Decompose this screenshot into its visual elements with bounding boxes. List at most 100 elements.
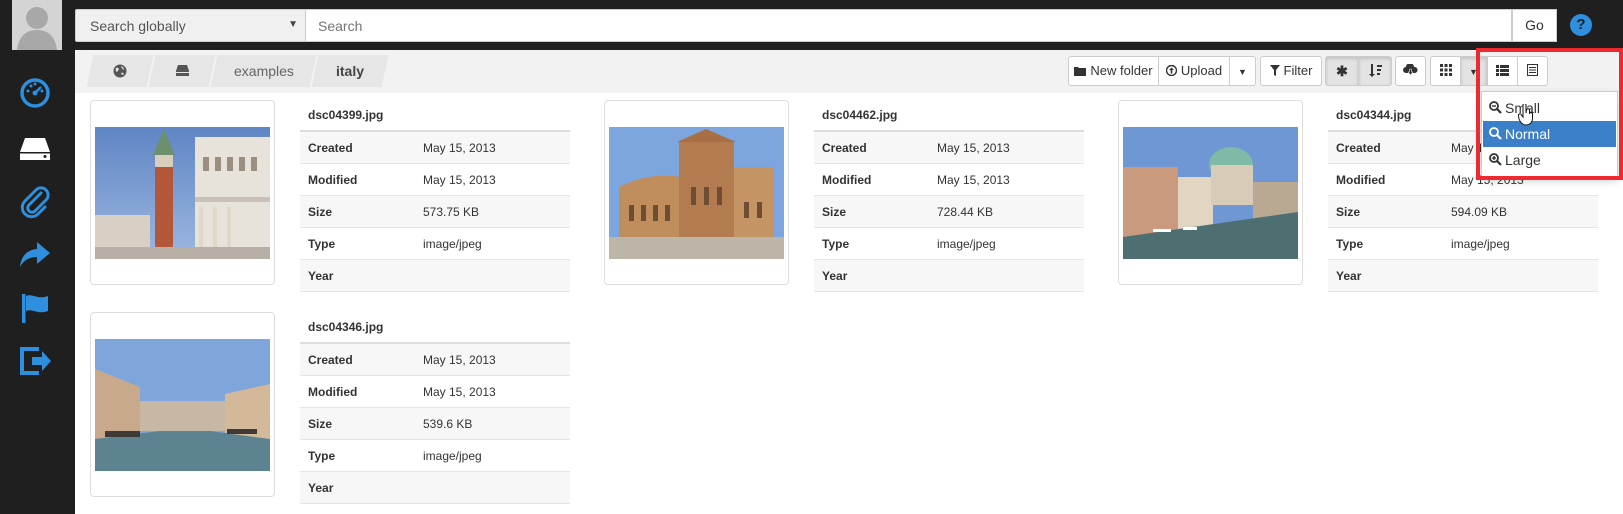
breadcrumb-drive[interactable] (148, 55, 216, 87)
type-label: Type (822, 237, 850, 251)
top-bar: Search globally ▼ Go ? (0, 0, 1623, 50)
breadcrumb-item[interactable]: examples (210, 55, 317, 87)
chevron-down-icon: ▼ (288, 19, 298, 30)
details-icon (1527, 63, 1538, 78)
select-all-toggle[interactable]: ✱ (1325, 56, 1359, 86)
share-icon[interactable] (17, 236, 53, 272)
photo-canal-dome (1123, 127, 1298, 259)
table-row: Size 539.6 KB (300, 408, 570, 440)
filter-icon (1269, 58, 1280, 86)
size-label: Size (822, 205, 847, 219)
file-name[interactable]: dsc04399.jpg (300, 100, 570, 132)
sort-icon (1368, 63, 1382, 78)
list-view-button[interactable] (1487, 56, 1518, 86)
file-name[interactable]: dsc04346.jpg (300, 312, 570, 344)
sort-toggle[interactable] (1358, 56, 1392, 86)
help-icon[interactable]: ? (1570, 14, 1592, 36)
upload-icon (1165, 58, 1178, 86)
file-thumbnail[interactable] (90, 100, 275, 285)
table-row: Type image/jpeg (300, 228, 570, 260)
menu-item-small[interactable]: Small (1483, 95, 1616, 121)
file-details-table: dsc04346.jpg Created May 15, 2013 Modifie… (300, 312, 570, 504)
new-folder-label: New folder (1090, 63, 1153, 78)
size-value: 539.6 KB (423, 417, 473, 431)
table-row: Year (1328, 260, 1598, 292)
year-label: Year (1336, 269, 1362, 283)
drive-icon[interactable] (17, 130, 53, 166)
file-thumbnail[interactable] (90, 312, 275, 497)
zoom-in-icon (1489, 153, 1502, 166)
type-value: image/jpeg (423, 237, 482, 251)
cloud-download-button[interactable] (1395, 56, 1426, 86)
search-go-button[interactable]: Go (1512, 9, 1557, 42)
year-label: Year (308, 269, 334, 283)
grid-view-button[interactable] (1430, 56, 1461, 86)
table-row: Modified May 15, 2013 (814, 164, 1084, 196)
paperclip-icon[interactable] (17, 183, 53, 219)
breadcrumb-label: examples (233, 63, 294, 79)
file-details-table: dsc04462.jpg Created May 15, 2013 Modifie… (814, 100, 1084, 292)
file-thumbnail[interactable] (1118, 100, 1303, 285)
zoom-out-icon (1489, 101, 1502, 114)
caret-down-icon: ▼ (1238, 67, 1247, 77)
table-row: Size 728.44 KB (814, 196, 1084, 228)
logout-icon[interactable] (17, 343, 53, 379)
file-thumbnail[interactable] (604, 100, 789, 285)
upload-options-button[interactable]: ▼ (1229, 56, 1256, 86)
folder-icon (1074, 58, 1087, 86)
photo-campanile (95, 127, 270, 259)
type-label: Type (1336, 237, 1364, 251)
breadcrumb-globe[interactable] (86, 55, 154, 87)
modified-value: May 15, 2013 (423, 385, 496, 399)
created-value: May 15, 2013 (423, 141, 496, 155)
created-label: Created (308, 353, 353, 367)
flag-icon[interactable] (17, 290, 53, 326)
new-folder-button[interactable]: New folder (1068, 56, 1159, 86)
table-row: Created May 15, 2013 (814, 132, 1084, 164)
search-scope-select[interactable]: Search globally ▼ (75, 9, 306, 42)
breadcrumb-label: italy (335, 63, 364, 79)
table-row: Type image/jpeg (300, 440, 570, 472)
table-row: Type image/jpeg (814, 228, 1084, 260)
user-avatar[interactable] (12, 0, 62, 50)
upload-button[interactable]: Upload (1158, 56, 1230, 86)
file-details-table: dsc04399.jpg Created May 15, 2013 Modifie… (300, 100, 570, 292)
search-input[interactable] (306, 9, 1512, 42)
filter-button[interactable]: Filter (1260, 56, 1322, 86)
created-label: Created (822, 141, 867, 155)
year-label: Year (822, 269, 848, 283)
photo-church (609, 127, 784, 259)
menu-item-large[interactable]: Large (1483, 147, 1616, 173)
sidebar (0, 50, 75, 514)
caret-down-icon: ▼ (1469, 67, 1478, 77)
type-value: image/jpeg (1451, 237, 1510, 251)
list-icon (1496, 63, 1509, 78)
modified-label: Modified (308, 173, 358, 187)
table-row: Type image/jpeg (1328, 228, 1598, 260)
size-label: Size (308, 417, 333, 431)
drive-icon (175, 55, 190, 87)
table-row: Size 594.09 KB (1328, 196, 1598, 228)
table-row: Modified May 15, 2013 (300, 376, 570, 408)
view-size-menu: Small Normal Large (1481, 91, 1618, 177)
table-row: Year (814, 260, 1084, 292)
table-row: Created May 15, 2013 (300, 132, 570, 164)
created-value: May 15, 2013 (937, 141, 1010, 155)
details-view-button[interactable] (1517, 56, 1548, 86)
hand-cursor-icon (1518, 104, 1533, 126)
type-label: Type (308, 237, 336, 251)
size-value: 594.09 KB (1451, 205, 1508, 219)
breadcrumb-item-current[interactable]: italy (311, 55, 389, 87)
view-size-dropdown-toggle[interactable]: ▼ (1460, 56, 1487, 86)
size-value: 728.44 KB (937, 205, 994, 219)
created-label: Created (308, 141, 353, 155)
modified-value: May 15, 2013 (423, 173, 496, 187)
toolbar: examples italy New folder Upload ▼ Filte… (75, 50, 1623, 93)
menu-item-normal[interactable]: Normal (1483, 121, 1616, 147)
grid-icon (1439, 63, 1452, 78)
modified-label: Modified (1336, 173, 1386, 187)
menu-item-label: Large (1505, 152, 1541, 168)
dashboard-icon[interactable] (17, 75, 53, 111)
modified-label: Modified (308, 385, 358, 399)
file-name[interactable]: dsc04462.jpg (814, 100, 1084, 132)
